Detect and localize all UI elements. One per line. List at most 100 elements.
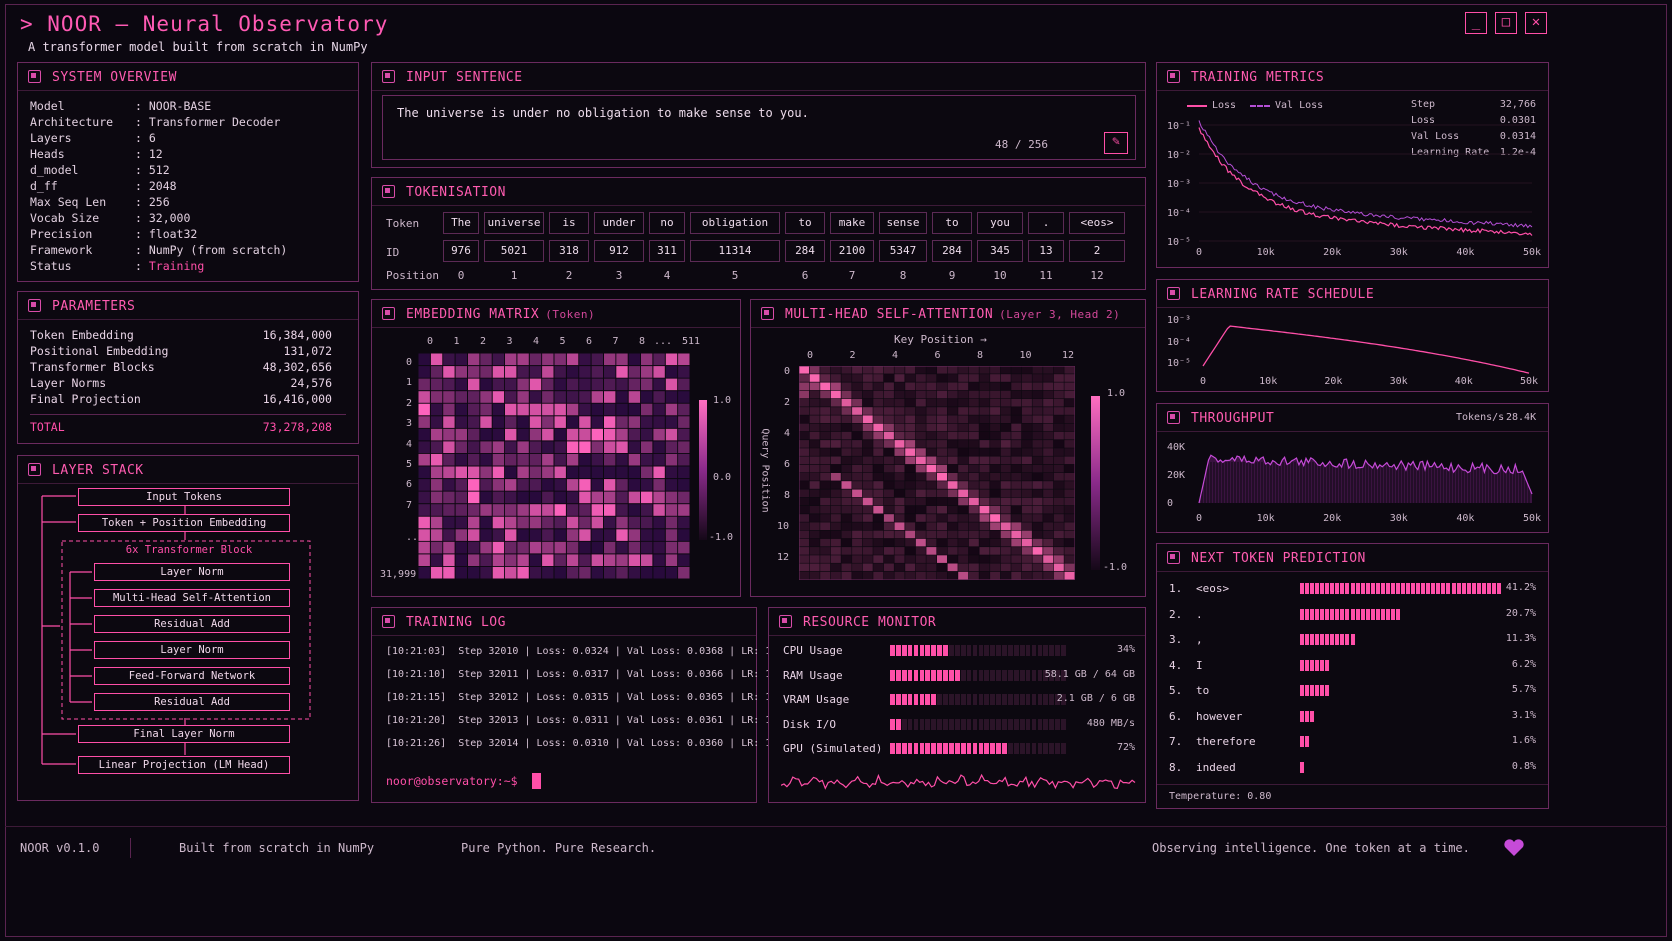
token-cell[interactable]: <eos> <box>1069 212 1125 234</box>
attention-cell <box>894 415 905 423</box>
throughput-value: 28.4K <box>1506 412 1537 423</box>
query-tick: 12 <box>777 552 790 563</box>
token-cell[interactable]: sense <box>879 212 927 234</box>
embedding-cell <box>443 453 455 466</box>
attention-cell <box>894 366 905 374</box>
embedding-cell <box>542 566 554 579</box>
embedding-cell <box>653 378 665 391</box>
terminal-cursor[interactable] <box>532 773 541 789</box>
x-tick: 30k <box>1390 247 1408 258</box>
embedding-cell <box>455 453 467 466</box>
prediction-token[interactable]: therefore <box>1196 735 1256 748</box>
token-cell[interactable]: universe <box>484 212 544 234</box>
prediction-token[interactable]: , <box>1196 633 1203 646</box>
attention-cell <box>1011 440 1022 448</box>
attention-cell <box>820 530 831 539</box>
attention-cell <box>1000 571 1011 580</box>
prediction-token[interactable]: I <box>1196 659 1203 672</box>
attention-cell <box>894 571 905 580</box>
token-cell[interactable]: The <box>443 212 479 234</box>
bar-segment <box>972 694 978 705</box>
embedding-cell <box>529 378 542 391</box>
bar-segment <box>1345 608 1350 620</box>
token-cell[interactable]: no <box>649 212 685 234</box>
attention-cell <box>979 415 990 423</box>
token-cell[interactable]: to <box>932 212 972 234</box>
prediction-token[interactable]: <eos> <box>1196 582 1229 595</box>
bar-segment <box>990 669 996 681</box>
attention-cell <box>1053 514 1064 522</box>
attention-cell <box>926 481 937 489</box>
resource-value: 72% <box>1116 742 1135 753</box>
token-cell[interactable]: to <box>785 212 825 234</box>
embedding-cell <box>579 416 591 428</box>
attention-cell <box>968 522 979 530</box>
maximize-icon[interactable]: □ <box>1495 12 1517 34</box>
attention-cell <box>937 522 947 530</box>
prediction-token[interactable]: to <box>1196 684 1209 697</box>
close-icon[interactable]: ✕ <box>1525 12 1547 34</box>
attention-cell <box>1011 481 1022 489</box>
attention-cell <box>862 464 873 473</box>
token-row-label: Token <box>386 217 420 230</box>
bar-segment <box>1416 583 1421 594</box>
embedding-cell <box>604 366 616 378</box>
attention-cell <box>979 407 990 415</box>
attention-cell <box>1053 456 1064 465</box>
attention-cell <box>1043 398 1054 407</box>
sentence-input[interactable]: The universe is under no obligation to m… <box>382 95 1136 160</box>
bar-segment <box>966 669 972 681</box>
token-position: 1 <box>510 269 518 282</box>
panel-title: EMBEDDING MATRIX <box>406 307 540 322</box>
prediction-token[interactable]: . <box>1196 608 1203 621</box>
embedding-colorbar <box>699 400 707 540</box>
attention-cell <box>979 555 990 563</box>
token-id-cell: 284 <box>785 240 825 262</box>
resource-monitor-panel: RESOURCE MONITOR CPU Usage 34% RAM Usage 58… <box>768 607 1146 803</box>
panel-title: NEXT TOKEN PREDICTION <box>1191 551 1366 566</box>
token-cell[interactable]: under <box>594 212 644 234</box>
bar-segment <box>949 669 954 681</box>
embedding-cell <box>566 366 579 378</box>
attention-cell <box>862 423 873 432</box>
prediction-token[interactable]: indeed <box>1196 761 1236 774</box>
token-cell[interactable]: make <box>830 212 874 234</box>
bar-segment <box>919 743 925 754</box>
embedding-cell <box>591 504 603 516</box>
embedding-cell <box>653 541 665 554</box>
edit-icon[interactable]: ✎ <box>1104 132 1128 154</box>
attention-cell <box>1021 431 1032 440</box>
loss-line <box>1198 127 1533 236</box>
attention-cell <box>990 440 1001 448</box>
attention-cell <box>1021 374 1032 382</box>
prediction-token[interactable]: however <box>1196 710 1242 723</box>
attention-cell <box>1043 481 1054 489</box>
char-count: 48 / 256 <box>995 138 1048 151</box>
bar-segment <box>1019 743 1025 754</box>
token-cell[interactable]: obligation <box>690 212 780 234</box>
attention-cell <box>947 440 958 448</box>
embedding-cell <box>505 378 517 391</box>
bar-segment <box>1031 743 1037 754</box>
bar-segment <box>890 694 895 705</box>
lr-chart: 10⁻³10⁻⁴10⁻⁵0 10k 20k 30k 40k 50k <box>1167 315 1538 387</box>
token-cell[interactable]: you <box>977 212 1023 234</box>
minimize-icon[interactable]: _ <box>1465 12 1487 34</box>
token-cell[interactable]: . <box>1028 212 1064 234</box>
embedding-cell <box>591 516 603 529</box>
x-tick: 20k <box>1323 247 1341 258</box>
attention-cell <box>1000 456 1011 465</box>
attention-cell <box>915 538 926 547</box>
attention-cell <box>862 538 873 547</box>
embedding-cell <box>591 541 603 554</box>
attention-cell <box>905 497 916 506</box>
attention-cell <box>1021 464 1032 473</box>
overview-row: Architecture: Transformer Decoder <box>30 115 280 129</box>
attention-cell <box>990 398 1001 407</box>
token-cell[interactable]: is <box>549 212 589 234</box>
attention-cell <box>947 522 958 530</box>
attention-cell <box>1053 398 1064 407</box>
attention-cell <box>873 547 884 555</box>
embedding-cell <box>542 403 554 416</box>
attention-cell <box>968 538 979 547</box>
